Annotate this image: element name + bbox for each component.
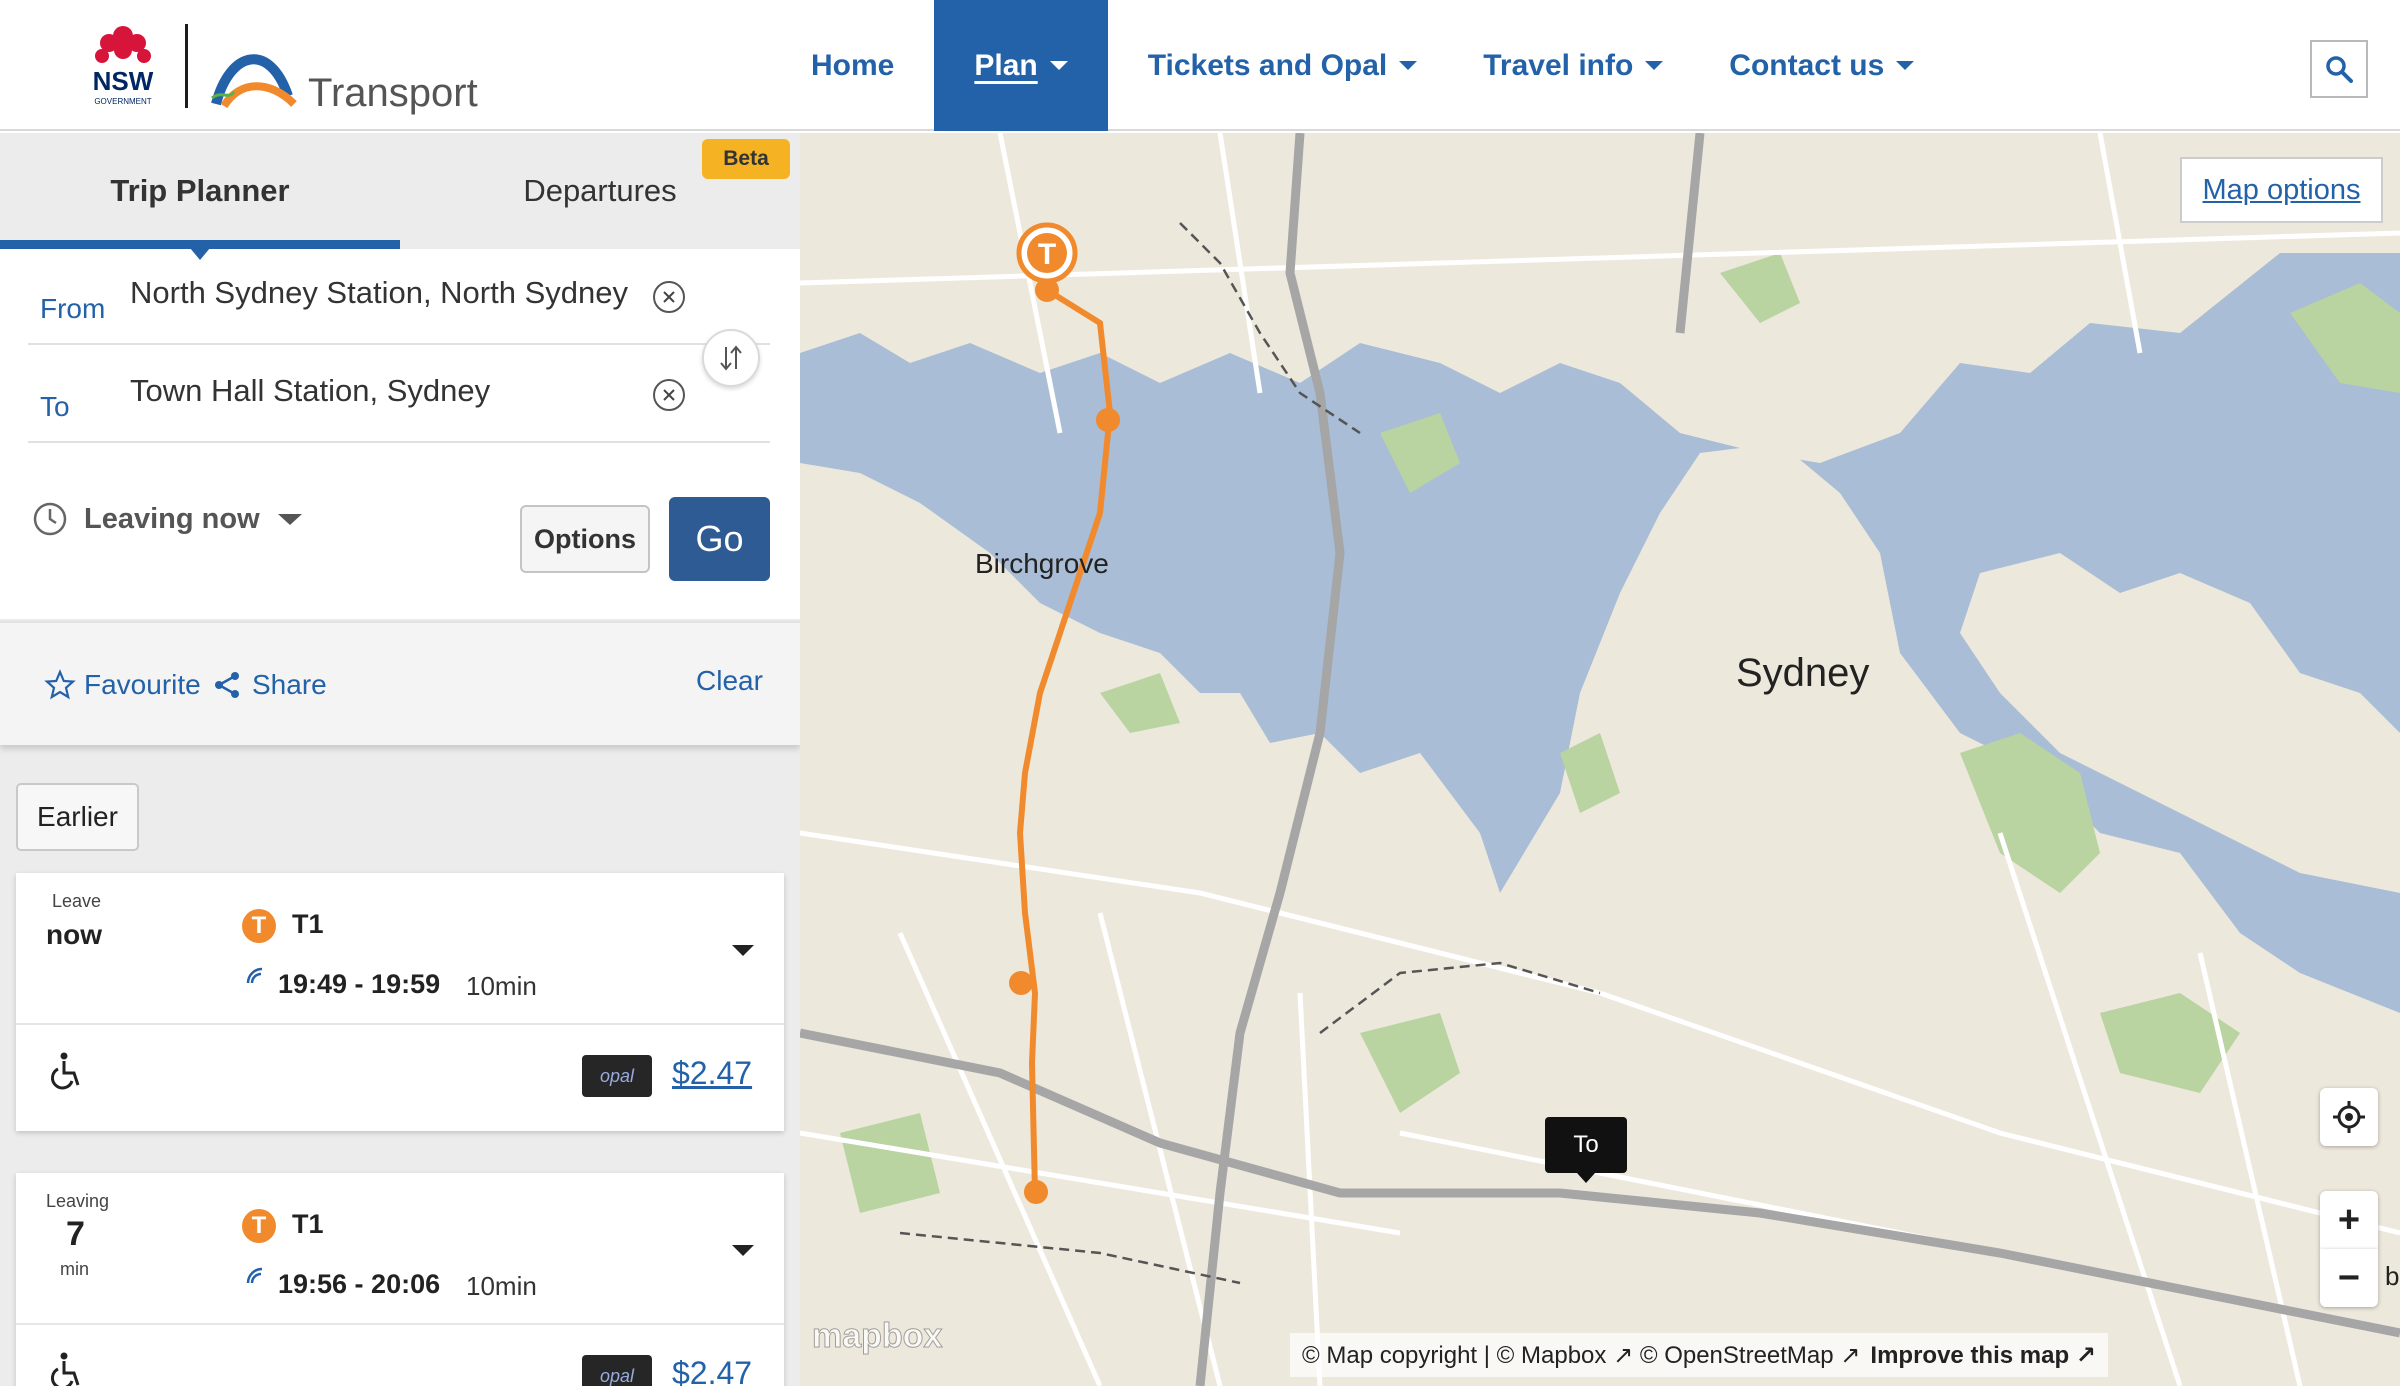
map-edge-text: bl bbox=[2385, 1261, 2400, 1291]
line-name: T1 bbox=[292, 909, 324, 939]
go-button[interactable]: Go bbox=[669, 497, 770, 581]
trip-summary: Leave now T T1 19:49 - 19:59 10min bbox=[16, 873, 784, 1025]
leaving-time-dropdown[interactable]: Leaving now bbox=[32, 499, 302, 539]
locate-me-button[interactable] bbox=[2320, 1088, 2378, 1146]
from-label: From bbox=[40, 293, 106, 324]
trip-actions-bar: Favourite Share Clear bbox=[0, 621, 800, 745]
trip-duration: 10min bbox=[466, 971, 537, 1001]
beta-badge: Beta bbox=[702, 139, 790, 179]
leave-value: now bbox=[46, 919, 102, 950]
to-input[interactable]: Town Hall Station, Sydney bbox=[130, 373, 490, 409]
close-icon bbox=[663, 291, 675, 303]
to-label: To bbox=[40, 391, 70, 422]
fare-link[interactable]: $2.47 bbox=[672, 1055, 752, 1092]
chevron-down-icon bbox=[1645, 61, 1664, 70]
clock-icon bbox=[33, 502, 67, 536]
improve-map-link[interactable]: Improve this map ↗ bbox=[1870, 1341, 2096, 1370]
options-button[interactable]: Options bbox=[520, 505, 650, 573]
trip-summary: Leaving 7 min T T1 19:56 - 20:06 10min bbox=[16, 1173, 784, 1325]
search-icon bbox=[2326, 56, 2353, 83]
trip-result-card[interactable]: Leave now T T1 19:49 - 19:59 10min opal … bbox=[16, 873, 784, 1131]
logo-divider bbox=[185, 24, 188, 108]
nav-travel-info[interactable]: Travel info bbox=[1457, 0, 1689, 131]
train-icon: T bbox=[242, 1209, 276, 1243]
chevron-down-icon[interactable] bbox=[732, 945, 754, 956]
wheelchair-icon bbox=[50, 1352, 80, 1386]
chevron-down-icon bbox=[277, 513, 302, 525]
map-canvas[interactable]: T bbox=[800, 133, 2400, 1386]
svg-text:Transport: Transport bbox=[308, 71, 478, 115]
opal-card-icon: opal bbox=[582, 1055, 652, 1097]
place-label-birchgrove: Birchgrove bbox=[975, 548, 1109, 579]
trip-details: opal $2.47 bbox=[16, 1325, 784, 1386]
from-field-row: From North Sydney Station, North Sydney bbox=[28, 249, 770, 345]
wheelchair-icon bbox=[50, 1052, 80, 1090]
svg-text:NSW: NSW bbox=[93, 66, 154, 96]
swap-arrows-icon bbox=[720, 345, 742, 371]
crosshair-icon bbox=[2333, 1101, 2365, 1133]
realtime-icon bbox=[246, 967, 263, 984]
trip-duration: 10min bbox=[466, 1271, 537, 1301]
leave-unit: min bbox=[60, 1259, 90, 1279]
trip-times: 19:49 - 19:59 bbox=[278, 969, 441, 999]
line-name: T1 bbox=[292, 1209, 324, 1239]
map-options-button[interactable]: Map options bbox=[2180, 157, 2383, 223]
svg-text:GOVERNMENT: GOVERNMENT bbox=[94, 97, 151, 106]
nsw-government-logo[interactable]: NSW GOVERNMENT bbox=[78, 16, 168, 112]
realtime-icon bbox=[246, 1267, 263, 1284]
share-icon bbox=[215, 672, 239, 698]
chevron-down-icon bbox=[1896, 61, 1915, 70]
close-icon bbox=[663, 389, 675, 401]
trip-result-card[interactable]: Leaving 7 min T T1 19:56 - 20:06 10min o… bbox=[16, 1173, 784, 1386]
site-header: NSW GOVERNMENT Transport Home Plan Ticke… bbox=[0, 0, 2400, 131]
fare-link[interactable]: $2.47 bbox=[672, 1355, 752, 1386]
transport-logo[interactable]: Transport bbox=[210, 40, 490, 116]
clear-button[interactable]: Clear bbox=[696, 665, 763, 697]
earlier-button[interactable]: Earlier bbox=[16, 783, 139, 851]
chevron-down-icon bbox=[1049, 61, 1068, 70]
leave-label: Leave bbox=[52, 891, 102, 911]
mapbox-logo[interactable]: mapbox bbox=[811, 1317, 942, 1356]
nav-tickets-and-opal[interactable]: Tickets and Opal bbox=[1122, 0, 1444, 131]
map-attribution: © Map copyright | © Mapbox ↗ © OpenStree… bbox=[1290, 1333, 2108, 1377]
main-nav: Home Plan Tickets and Opal Travel info C… bbox=[785, 0, 1954, 131]
leave-label: Leaving bbox=[46, 1191, 110, 1211]
swap-locations-button[interactable] bbox=[702, 329, 760, 387]
train-icon: T bbox=[242, 909, 276, 943]
destination-marker[interactable]: To bbox=[1545, 1117, 1627, 1183]
leaving-label: Leaving now bbox=[84, 502, 260, 535]
attribution-text[interactable]: © Map copyright | © Mapbox ↗ © OpenStree… bbox=[1302, 1341, 1860, 1370]
chevron-down-icon bbox=[1399, 61, 1418, 70]
planner-tabs: Trip Planner Departures bbox=[0, 133, 800, 249]
star-icon bbox=[44, 669, 76, 700]
from-input[interactable]: North Sydney Station, North Sydney bbox=[130, 275, 628, 311]
zoom-out-button[interactable]: − bbox=[2320, 1249, 2378, 1307]
trip-details: opal $2.47 bbox=[16, 1025, 784, 1131]
trip-times: 19:56 - 20:06 bbox=[278, 1269, 441, 1299]
opal-card-icon: opal bbox=[582, 1355, 652, 1386]
clear-from-button[interactable] bbox=[653, 281, 685, 313]
nav-home[interactable]: Home bbox=[785, 0, 920, 131]
nav-contact-us[interactable]: Contact us bbox=[1703, 0, 1940, 131]
trip-planner-panel: Trip Planner Departures Beta From North … bbox=[0, 133, 800, 1386]
favourite-button[interactable]: Favourite bbox=[44, 669, 201, 701]
place-label-sydney: Sydney bbox=[1736, 651, 1870, 695]
leave-value: 7 bbox=[66, 1215, 85, 1253]
search-button[interactable] bbox=[2310, 40, 2368, 98]
route-map[interactable]: T Birchgrove Sydney To Map options + − b… bbox=[800, 133, 2400, 1386]
zoom-in-button[interactable]: + bbox=[2320, 1191, 2378, 1249]
to-field-row: To Town Hall Station, Sydney bbox=[28, 347, 770, 443]
chevron-down-icon[interactable] bbox=[732, 1245, 754, 1256]
tab-trip-planner[interactable]: Trip Planner bbox=[0, 133, 400, 249]
origin-station-marker[interactable]: T bbox=[1016, 222, 1078, 284]
share-button[interactable]: Share bbox=[212, 669, 327, 701]
nav-plan[interactable]: Plan bbox=[934, 0, 1108, 131]
svg-text:T: T bbox=[1038, 238, 1056, 271]
clear-to-button[interactable] bbox=[653, 379, 685, 411]
